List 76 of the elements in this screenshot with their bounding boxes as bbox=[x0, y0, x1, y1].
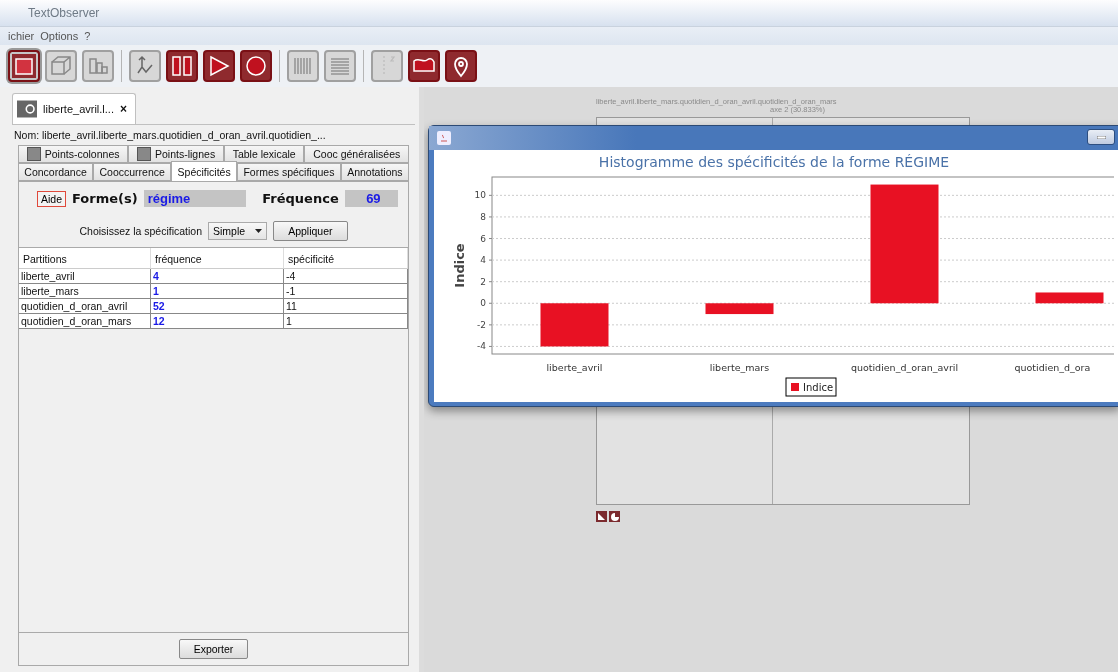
tab[interactable]: Concordance bbox=[18, 163, 94, 181]
menu-item[interactable]: ichier bbox=[8, 30, 35, 42]
column-header[interactable]: Partitions bbox=[19, 248, 151, 269]
y-tick-label: -2 bbox=[477, 319, 486, 330]
apply-button[interactable]: Appliquer bbox=[273, 221, 348, 241]
specification-select[interactable]: Simple bbox=[208, 222, 268, 240]
toolbar-button[interactable] bbox=[408, 50, 440, 82]
table-cell: -1 bbox=[284, 284, 408, 299]
x-tick-label: liberte_avril bbox=[546, 362, 603, 373]
column-header[interactable]: fréquence bbox=[151, 248, 284, 269]
table-cell: -4 bbox=[284, 269, 408, 284]
caret-icon bbox=[255, 229, 263, 233]
table-cell: 11 bbox=[284, 299, 408, 314]
record-icon bbox=[243, 53, 269, 79]
table-cell: liberte_mars bbox=[19, 284, 151, 299]
tab[interactable]: Spécificités bbox=[171, 161, 238, 181]
document-tab-label: liberte_avril.l... bbox=[43, 103, 114, 115]
y-tick-label: 8 bbox=[480, 211, 486, 222]
y-tick-label: 0 bbox=[480, 298, 486, 309]
chart-icon[interactable] bbox=[596, 511, 607, 522]
export-button[interactable]: Exporter bbox=[178, 639, 249, 659]
table-cell: quotidien_d_oran_avril bbox=[19, 299, 151, 314]
help-button[interactable]: Aide bbox=[37, 190, 66, 207]
y-tick-label: 6 bbox=[480, 233, 486, 244]
table-cell: 12 bbox=[151, 314, 284, 329]
toolbar-button[interactable] bbox=[203, 50, 235, 82]
specification-label: Choisissez la spécification bbox=[79, 225, 203, 237]
name-line: Nom: liberte_avril.liberte_mars.quotidien_d_oran_avril.quotidien_... bbox=[13, 128, 327, 143]
tab[interactable]: Cooccurrence bbox=[93, 163, 172, 181]
minimize-button[interactable] bbox=[1087, 129, 1115, 145]
x-tick-label: liberte_mars bbox=[709, 362, 770, 373]
toolbar-button[interactable] bbox=[166, 50, 198, 82]
bar bbox=[1035, 292, 1104, 304]
y-tick-label: 4 bbox=[480, 255, 486, 266]
document-tab[interactable]: liberte_avril.l... × bbox=[12, 93, 136, 124]
y-axis-label: Indice bbox=[452, 243, 467, 288]
tab-icon bbox=[137, 147, 151, 161]
form-field[interactable]: régime bbox=[143, 190, 247, 207]
y-tick-label: 2 bbox=[480, 276, 486, 287]
toolbar-button[interactable] bbox=[445, 50, 477, 82]
table-cell: 1 bbox=[151, 284, 284, 299]
camera-icon bbox=[17, 98, 38, 120]
x-tick-label: quotidien_d_oran_avril bbox=[850, 362, 959, 373]
toolbar-button[interactable] bbox=[240, 50, 272, 82]
window-title: TextObserver bbox=[28, 6, 100, 20]
tab[interactable]: Points-colonnes bbox=[18, 145, 129, 163]
table-cell: 52 bbox=[151, 299, 284, 314]
tab[interactable]: Annotations bbox=[340, 163, 409, 181]
menu-item[interactable]: Options bbox=[40, 30, 79, 42]
x-tick-label: quotidien_d_ora bbox=[1014, 362, 1091, 373]
pie-icon[interactable] bbox=[609, 511, 620, 522]
form-label: Forme(s) bbox=[72, 191, 138, 206]
y-tick-label: 10 bbox=[474, 190, 486, 201]
tab[interactable]: Formes spécifiques bbox=[237, 163, 341, 181]
frequency-label: Fréquence bbox=[262, 191, 339, 206]
menu-item[interactable]: ? bbox=[84, 30, 91, 42]
minimize-icon bbox=[1096, 135, 1106, 139]
table-cell: 1 bbox=[284, 314, 408, 329]
bar bbox=[540, 303, 609, 347]
chart-title: Histogramme des spécificités de la forme RÉGIME bbox=[598, 154, 950, 170]
tab[interactable]: Points-lignes bbox=[128, 145, 224, 163]
y-tick-label: -4 bbox=[477, 341, 486, 352]
tab[interactable]: Table lexicale bbox=[223, 145, 305, 163]
table-cell: quotidien_d_oran_mars bbox=[19, 314, 151, 329]
legend-label: Indice bbox=[803, 382, 834, 393]
tab[interactable]: Cooc généralisées bbox=[304, 145, 409, 163]
bar bbox=[705, 303, 774, 315]
legend: Indice bbox=[785, 377, 837, 397]
frequency-field[interactable]: 69 bbox=[344, 190, 398, 207]
tab-icon bbox=[26, 147, 41, 161]
table-cell: 4 bbox=[151, 269, 284, 284]
table-cell: liberte_avril bbox=[19, 269, 151, 284]
close-icon[interactable]: × bbox=[120, 102, 127, 116]
column-header[interactable]: spécificité bbox=[284, 248, 408, 269]
pause-icon bbox=[169, 53, 195, 79]
toolbar-button[interactable] bbox=[8, 50, 40, 82]
